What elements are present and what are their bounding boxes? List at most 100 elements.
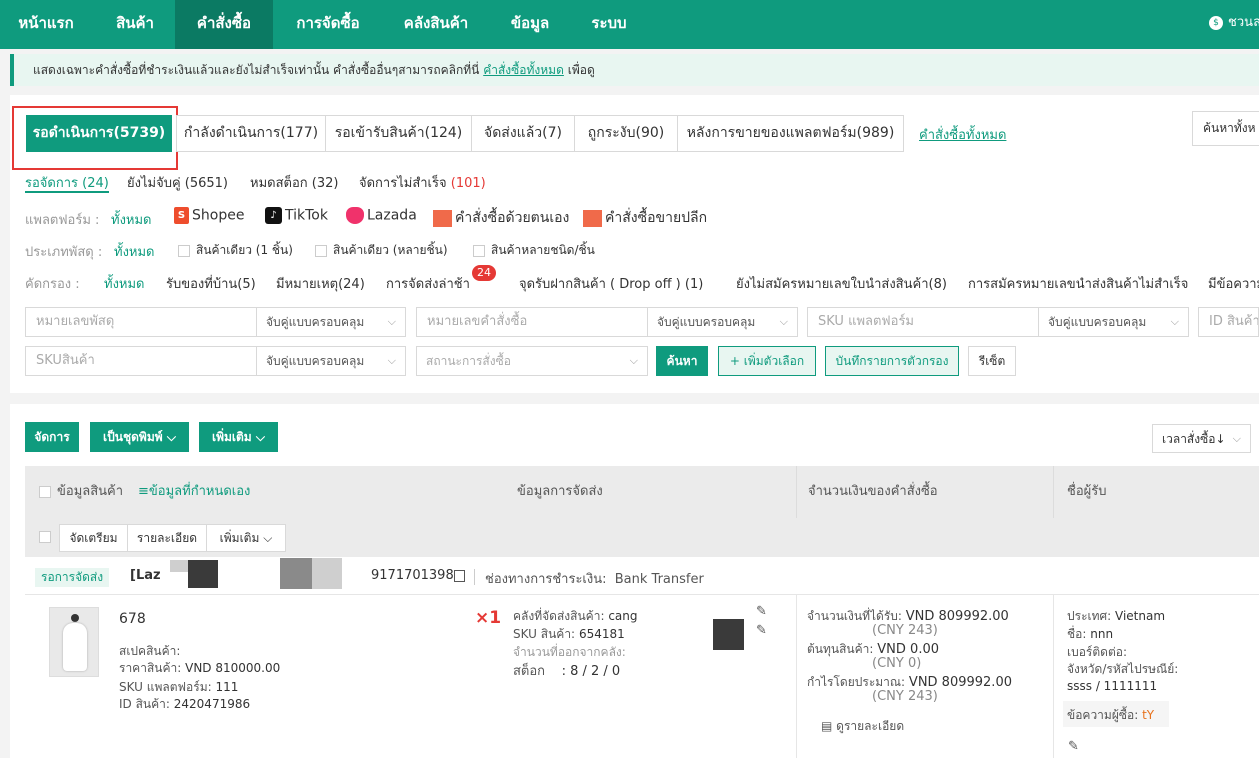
subtab-failed[interactable]: จัดการไม่สำเร็จ (101) (359, 172, 486, 193)
order-match-select[interactable]: จับคู่แบบครอบคลุม ⌵ (647, 307, 798, 337)
edit-icon[interactable]: ✎ (1068, 739, 1079, 754)
package-all[interactable]: ทั้งหมด (114, 241, 155, 262)
quantity: ×1 (475, 608, 502, 628)
nav-home[interactable]: หน้าแรก (0, 0, 92, 49)
package-single-many[interactable]: สินค้าเดียว (หลายชิ้น) (315, 241, 448, 260)
subtab-to-handle[interactable]: รอจัดการ (24) (25, 172, 109, 193)
tab-shipped[interactable]: จัดส่งแล้ว(7) (471, 115, 575, 152)
notice-banner: แสดงเฉพาะคำสั่งซื้อที่ชำระเงินแล้วและยัง… (10, 54, 1259, 86)
package-label: ประเภทพัสดุ : (25, 245, 103, 260)
more-actions-button[interactable]: เพิ่มเติม ⌵ (199, 422, 278, 452)
tab-suspended[interactable]: ถูกระงับ(90) (574, 115, 678, 152)
tab-after-sales[interactable]: หลังการขายของแพลตฟอร์ม(989) (677, 115, 904, 152)
platform-retail-label: คำสั่งซื้อขายปลีก (605, 210, 708, 226)
top-nav: หน้าแรก สินค้า คำสั่งซื้อ การจัดซื้อ คลั… (0, 0, 1259, 49)
nav-warehouse[interactable]: คลังสินค้า (386, 0, 486, 49)
subtab-unmatched[interactable]: ยังไม่จับคู่ (5651) (127, 172, 228, 193)
nav-purchasing[interactable]: การจัดซื้อ (278, 0, 378, 49)
sku-match-select[interactable]: จับคู่แบบครอบคลุม ⌵ (256, 346, 406, 376)
nav-products[interactable]: สินค้า (96, 0, 174, 49)
screen-drop-off[interactable]: จุดรับฝากสินค้า ( Drop off ) (1) (519, 273, 703, 294)
platform-lazada-label: Lazada (367, 207, 417, 224)
notice-text: แสดงเฉพาะคำสั่งซื้อที่ชำระเงินแล้วและยัง… (33, 63, 480, 77)
checkbox[interactable] (178, 244, 190, 257)
screen-has-message[interactable]: มีข้อความ (1208, 273, 1259, 294)
header-product: ข้อมูลสินค้า (39, 466, 123, 518)
chevron-down-icon: ⌵ (263, 531, 273, 545)
order-status-placeholder: สถานะการสั่งซื้อ (426, 354, 511, 368)
subtab-failed-count: (101) (450, 176, 486, 191)
warehouse-label: คลังที่จัดส่งสินค้า: (513, 609, 605, 623)
screen-late-shipping[interactable]: การจัดส่งล่าช้า (386, 273, 470, 294)
search-button[interactable]: ค้นหา (656, 346, 708, 376)
edit-icon[interactable]: ✎ (756, 623, 767, 638)
platform-all[interactable]: ทั้งหมด (111, 209, 152, 230)
buyer-message-label: ข้อความผู้ซื้อ: (1067, 708, 1139, 722)
all-orders-link[interactable]: คำสั่งซื้อทั้งหมด (919, 124, 1006, 145)
custom-fields-link[interactable]: ≡ข้อมูลที่กำหนดเอง (138, 466, 250, 518)
screen-no-tracking[interactable]: ยังไม่สมัครหมายเลขใบนำส่งสินค้า(8) (736, 273, 947, 294)
sort-select[interactable]: เวลาสั่งซื้อ↓ ⌵ (1152, 424, 1251, 453)
view-detail-link[interactable]: ▤ ดูรายละเอียด (821, 717, 904, 736)
tab-awaiting-pickup[interactable]: รอเข้ารับสินค้า(124) (325, 115, 472, 152)
platform-sku-input[interactable]: SKU แพลตฟอร์ม (807, 307, 1039, 337)
checkbox[interactable] (473, 244, 485, 257)
status-badge: รอการจัดส่ง (35, 568, 110, 587)
screen-home-pickup[interactable]: รับของที่บ้าน(5) (166, 273, 256, 294)
chevron-down-icon: ⌵ (1232, 432, 1241, 445)
platform-retail[interactable]: คำสั่งซื้อขายปลีก (583, 207, 707, 229)
package-single-one-label: สินค้าเดียว (1 ชิ้น) (196, 243, 293, 257)
order-number-input[interactable]: หมายเลขคำสั่งซื้อ (416, 307, 648, 337)
product-id-input[interactable]: ID สินค้า (1198, 307, 1259, 337)
checkbox[interactable] (315, 244, 327, 257)
row-more-button[interactable]: เพิ่มเติม ⌵ (206, 524, 286, 552)
nav-orders[interactable]: คำสั่งซื้อ (175, 0, 273, 49)
tracking-number-input[interactable]: หมายเลขพัสดุ (25, 307, 257, 337)
subtab-out-of-stock[interactable]: หมดสต็อก (32) (250, 172, 338, 193)
screen-tracking-failed[interactable]: การสมัครหมายเลขนำส่งสินค้าไม่สำเร็จ (968, 273, 1188, 294)
order-status-select[interactable]: สถานะการสั่งซื้อ ⌵ (416, 346, 648, 376)
match-mode-label: จับคู่แบบครอบคลุม (266, 315, 365, 329)
search-all-select[interactable]: ค้นหาทั้งห (1192, 111, 1259, 146)
platform-shopee[interactable]: S Shopee (174, 207, 244, 224)
prepare-button[interactable]: จัดเตรียม (59, 524, 128, 552)
screen-has-note[interactable]: มีหมายเหตุ(24) (276, 273, 365, 294)
platform-lazada[interactable]: Lazada (346, 207, 417, 224)
save-filter-button[interactable]: บันทึกรายการตัวกรอง (825, 346, 959, 376)
select-all-checkbox[interactable] (39, 485, 51, 498)
product-name: 678 (119, 611, 146, 627)
platform-sku-match-select[interactable]: จับคู่แบบครอบคลุม ⌵ (1038, 307, 1189, 337)
nav-data[interactable]: ข้อมูล (492, 0, 568, 49)
sku-input[interactable]: SKUสินค้า (25, 346, 257, 376)
country-value: Vietnam (1115, 609, 1166, 623)
redacted-block (280, 558, 314, 589)
package-multi[interactable]: สินค้าหลายชนิด/ชิ้น (473, 241, 595, 260)
order-checkbox[interactable] (39, 531, 51, 543)
detail-button[interactable]: รายละเอียด (127, 524, 207, 552)
shopee-icon: S (174, 207, 189, 224)
notice-all-orders-link[interactable]: คำสั่งซื้อทั้งหมด (483, 63, 564, 77)
custom-fields-label: ข้อมูลที่กำหนดเอง (148, 484, 251, 499)
payment-method: ช่องทางการชำระเงิน: Bank Transfer (485, 568, 704, 589)
package-single-one[interactable]: สินค้าเดียว (1 ชิ้น) (178, 241, 293, 260)
screen-all[interactable]: ทั้งหมด (104, 273, 145, 294)
header-shipping: ข้อมูลการจัดส่ง (517, 484, 603, 499)
package-multi-label: สินค้าหลายชนิด/ชิ้น (491, 243, 595, 257)
redacted-block (312, 558, 342, 589)
manage-button[interactable]: จัดการ (25, 422, 79, 452)
add-options-button[interactable]: + เพิ่มตัวเลือก (718, 346, 816, 376)
nav-system[interactable]: ระบบ (575, 0, 643, 49)
sku-value: 654181 (578, 627, 625, 641)
print-batch-label: เป็นชุดพิมพ์ (103, 430, 163, 444)
platform-tiktok[interactable]: ♪ TikTok (265, 207, 328, 224)
tracking-match-select[interactable]: จับคู่แบบครอบคลุม ⌵ (256, 307, 406, 337)
reset-button[interactable]: รีเซ็ต (968, 346, 1016, 376)
product-thumbnail[interactable] (49, 607, 99, 677)
platform-manual[interactable]: คำสั่งซื้อด้วยตนเอง (433, 207, 569, 229)
edit-icon[interactable]: ✎ (756, 604, 767, 619)
print-batch-button[interactable]: เป็นชุดพิมพ์ ⌵ (90, 422, 189, 452)
copy-icon[interactable] (454, 570, 465, 582)
subtab-failed-label: จัดการไม่สำเร็จ (359, 176, 447, 191)
tab-processing[interactable]: กำลังดำเนินการ(177) (176, 115, 326, 152)
user-menu[interactable]: $ ชวนล (1209, 0, 1259, 49)
